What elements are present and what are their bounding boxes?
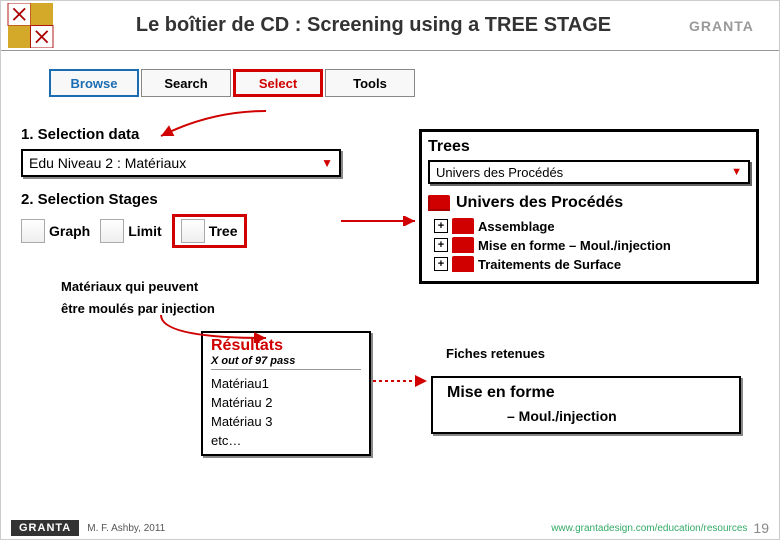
results-box: Résultats X out of 97 pass Matériau1 Mat… [201,331,371,456]
tree-icon [181,219,205,243]
fiches-retenues-box: Mise en forme – Moul./injection [431,376,741,434]
results-title: Résultats [211,337,361,355]
mid-note: Matériaux qui peuvent être moulés par in… [61,276,215,320]
footer-citation: M. F. Ashby, 2011 [87,523,165,534]
stages-row: Graph Limit Tree [21,214,381,248]
result-item: etc… [211,431,361,450]
trees-dropdown[interactable]: Univers des Procédés ▼ [428,160,750,184]
dropdown-value: Edu Niveau 2 : Matériaux [29,155,186,171]
plus-icon[interactable]: + [434,257,448,271]
selection-data-label: 1. Selection data [21,126,381,143]
page-number: 19 [753,520,769,536]
tree-item-assemblage[interactable]: + Assemblage [434,218,750,234]
stage-graph[interactable]: Graph [21,219,90,243]
limit-icon [100,219,124,243]
page-title: Le boîtier de CD : Screening using a TRE… [58,14,689,37]
tree-item-traitements[interactable]: + Traitements de Surface [434,256,750,272]
stage-limit[interactable]: Limit [100,219,161,243]
folder-icon [452,237,474,253]
tab-select[interactable]: Select [233,69,323,97]
chevron-down-icon: ▼ [321,156,333,170]
folder-icon [452,218,474,234]
graph-icon [21,219,45,243]
trees-panel: Trees Univers des Procédés ▼ Univers des… [419,129,759,284]
mise-title: Mise en forme [447,384,725,402]
footer-url: www.grantadesign.com/education/resources [551,523,747,534]
tree-root[interactable]: Univers des Procédés [428,194,750,212]
plus-icon[interactable]: + [434,238,448,252]
arrow-results-to-fiches [373,371,433,391]
tab-tools[interactable]: Tools [325,69,415,97]
results-subtitle: X out of 97 pass [211,355,361,370]
trees-panel-title: Trees [428,138,750,156]
granta-logo: GRANTA [689,18,779,34]
footer: GRANTA M. F. Ashby, 2011 www.grantadesig… [1,517,779,539]
folder-icon [452,256,474,272]
mise-sub: – Moul./injection [507,408,725,424]
result-item[interactable]: Matériau 3 [211,412,361,431]
tab-search[interactable]: Search [141,69,231,97]
tabs: Browse Search Select Tools [49,69,779,97]
tree-item-mise-en-forme[interactable]: + Mise en forme – Moul./injection [434,237,750,253]
folder-open-icon [428,195,450,211]
footer-logo: GRANTA [11,520,79,536]
chevron-down-icon: ▼ [731,166,742,178]
fiches-label: Fiches retenues [446,346,545,361]
tab-browse[interactable]: Browse [49,69,139,97]
result-item[interactable]: Matériau 2 [211,393,361,412]
selection-data-dropdown[interactable]: Edu Niveau 2 : Matériaux ▼ [21,149,341,177]
result-item[interactable]: Matériau1 [211,374,361,393]
selection-stages-label: 2. Selection Stages [21,191,381,208]
stage-tree[interactable]: Tree [172,214,247,248]
header: Le boîtier de CD : Screening using a TRE… [1,1,779,51]
plus-icon[interactable]: + [434,219,448,233]
cambridge-crest-icon [3,3,58,48]
selection-data-section: 1. Selection data Edu Niveau 2 : Matéria… [21,126,381,248]
